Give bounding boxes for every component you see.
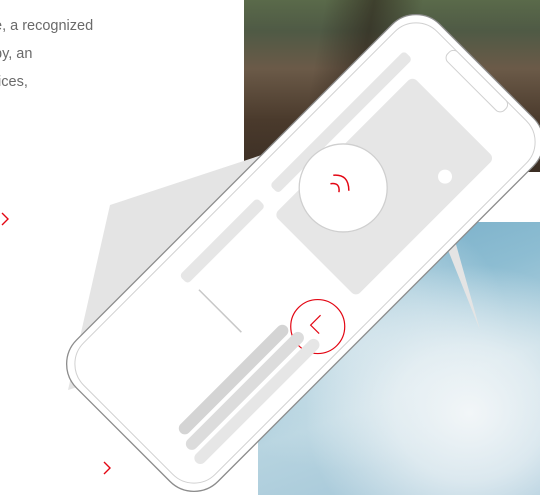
chevron-right-icon[interactable] xyxy=(1,212,9,226)
illustration xyxy=(1,13,540,493)
chevron-right-icon[interactable] xyxy=(103,461,111,475)
